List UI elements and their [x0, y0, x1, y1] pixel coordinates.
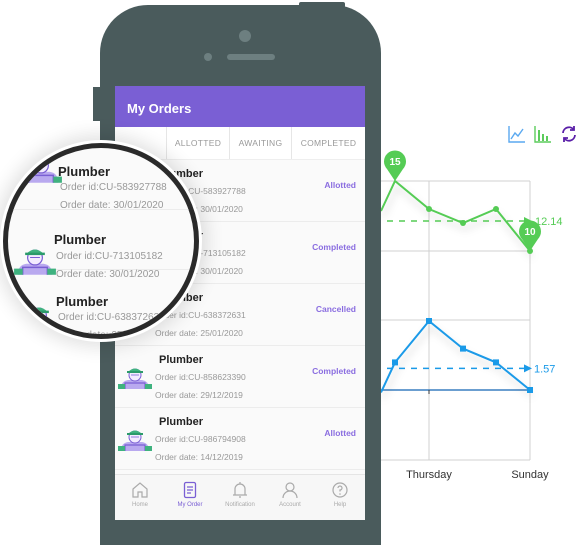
order-status-badge: Allotted — [324, 180, 356, 190]
chart-toolbar — [508, 125, 578, 143]
nav-home[interactable]: Home — [115, 475, 165, 520]
account-icon — [282, 482, 298, 499]
bell-icon — [233, 482, 247, 498]
green-data-point[interactable] — [493, 206, 499, 212]
order-list-item[interactable]: Plumber Order id:CU-858623390 Order date: … — [115, 346, 365, 408]
line-chart-icon[interactable] — [508, 125, 526, 143]
nav-account-label: Account — [279, 502, 301, 508]
blue-average-arrow — [524, 364, 532, 373]
plumber-avatar-icon — [118, 364, 152, 390]
order-icon — [183, 481, 197, 499]
blue-data-point[interactable] — [426, 318, 432, 324]
magnified-order-title: Plumber — [58, 164, 111, 179]
x-axis-tick-label: Thursday — [406, 469, 452, 481]
nav-help[interactable]: Help — [315, 475, 365, 520]
tab-awaiting[interactable]: AWAITING — [230, 127, 292, 159]
order-date: Order date: 14/12/2019 — [155, 452, 243, 462]
order-id: Order id:CU-986794908 — [155, 434, 246, 444]
plumber-avatar-icon — [18, 302, 60, 334]
magnified-order-item: Plumber Order id:CU-713105182 Order date: … — [8, 206, 194, 280]
phone-camera — [239, 30, 251, 42]
magnified-order-title: Plumber — [56, 294, 109, 309]
plumber-avatar-icon — [118, 426, 152, 452]
order-status-badge: Cancelled — [315, 304, 356, 314]
blue-series-line — [380, 319, 531, 393]
home-icon — [132, 482, 148, 498]
order-title: Plumber — [159, 416, 204, 428]
phone-power-button — [299, 2, 345, 8]
order-status-badge: Completed — [312, 242, 356, 252]
tab-completed[interactable]: COMPLETED — [292, 127, 365, 159]
bar-chart-icon[interactable] — [534, 125, 552, 143]
magnified-order-title: Plumber — [54, 232, 107, 247]
bottom-nav: Home My Order Notification Account Help — [115, 474, 365, 520]
nav-home-label: Home — [131, 502, 148, 508]
order-list-item[interactable]: Plumber Order id:CU-986794908 Order date: … — [115, 408, 365, 470]
green-data-point[interactable] — [426, 206, 432, 212]
order-date: Order date: 29/12/2019 — [155, 390, 243, 400]
chart-series — [380, 179, 533, 393]
blue-data-point[interactable] — [392, 359, 398, 366]
nav-my-order-label: My Order — [177, 502, 203, 508]
plumber-illustration — [18, 307, 60, 333]
max-marker: 15 — [384, 150, 406, 181]
max-marker-value: 15 — [389, 157, 401, 168]
blue-average-label: 1.57 — [534, 363, 555, 375]
order-title: Plumber — [159, 354, 204, 366]
order-id: Order id:CU-858623390 — [155, 372, 246, 382]
plumber-avatar-icon — [20, 152, 62, 184]
plumber-illustration — [118, 430, 152, 451]
magnified-order-item: Plumber Order id:CU-583927788 Order date: … — [8, 148, 194, 211]
phone-side-button — [93, 87, 101, 121]
page-title: My Orders — [127, 101, 192, 116]
refresh-icon[interactable] — [560, 125, 578, 143]
magnified-order-id: Order id:CU-713105182 — [56, 251, 163, 262]
magnified-order-id: Order id:CU-638372631 — [58, 312, 165, 323]
app-header: My Orders — [115, 86, 365, 127]
nav-help-label: Help — [333, 502, 347, 508]
magnified-order-item: Plumber Order id:CU-638372631 Order date: … — [8, 270, 194, 334]
order-status-badge: Allotted — [324, 428, 356, 438]
plumber-illustration — [118, 368, 152, 389]
phone-speaker — [227, 54, 275, 60]
green-series-line — [380, 179, 531, 252]
phone-sensor — [204, 53, 212, 61]
plumber-illustration — [20, 157, 62, 183]
blue-data-point[interactable] — [527, 387, 533, 393]
help-icon — [332, 482, 348, 498]
nav-my-order[interactable]: My Order — [165, 475, 215, 520]
nav-notification-label: Notification — [225, 502, 255, 508]
magnifier-lens: Plumber Order id:CU-583927788 Order date: … — [3, 143, 199, 339]
magnified-order-id: Order id:CU-583927788 — [60, 182, 167, 193]
nav-account[interactable]: Account — [265, 475, 315, 520]
min-marker: 10 — [519, 220, 542, 251]
blue-data-point[interactable] — [493, 359, 499, 366]
min-marker-value: 10 — [524, 227, 536, 238]
order-status-badge: Completed — [312, 366, 356, 376]
chart-labels: 12.1415101.57Thursday Sunday — [384, 150, 563, 481]
x-axis-tick-label: Sunday — [511, 469, 549, 481]
nav-notification[interactable]: Notification — [215, 475, 265, 520]
blue-data-point[interactable] — [460, 345, 466, 352]
